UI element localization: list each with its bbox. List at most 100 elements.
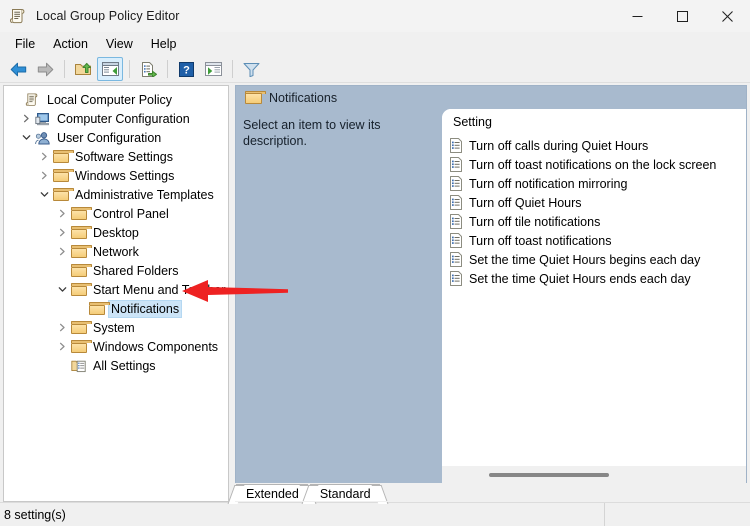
tree-item-control-panel[interactable]: Control Panel <box>4 204 228 223</box>
list-item-label: Turn off Quiet Hours <box>469 195 582 210</box>
list-item-label: Turn off calls during Quiet Hours <box>469 138 649 153</box>
list-item-label: Turn off notification mirroring <box>469 176 628 191</box>
scrollbar-thumb[interactable] <box>489 472 609 477</box>
console-tree: Local Computer Policy Computer Configura… <box>4 86 228 375</box>
tree-item-desktop[interactable]: Desktop <box>4 223 228 242</box>
status-bar: 8 setting(s) <box>0 502 750 526</box>
menu-view[interactable]: View <box>97 34 142 54</box>
tree-item-all-settings[interactable]: All Settings <box>4 356 228 375</box>
toolbar-separator <box>167 60 168 78</box>
tab-standard[interactable]: Standard <box>301 484 389 504</box>
tree-item-computer-configuration[interactable]: Computer Configuration <box>4 109 228 128</box>
policy-setting-icon <box>449 138 463 153</box>
chevron-right-icon[interactable] <box>54 223 70 242</box>
chevron-right-icon[interactable] <box>54 242 70 261</box>
list-item[interactable]: Turn off tile notifications <box>442 212 746 231</box>
tree-item-shared-folders[interactable]: Shared Folders <box>4 261 228 280</box>
chevron-right-icon[interactable] <box>54 318 70 337</box>
toolbar-separator <box>64 60 65 78</box>
tree-item-label: Shared Folders <box>93 263 179 278</box>
tree-item-network[interactable]: Network <box>4 242 228 261</box>
menu-bar: File Action View Help <box>0 32 750 56</box>
folder-icon <box>52 149 74 165</box>
status-text: 8 setting(s) <box>4 507 66 522</box>
results-pane-title: Notifications <box>269 90 338 105</box>
folder-icon <box>70 320 92 336</box>
list-item-label: Turn off toast notifications on the lock… <box>469 157 717 172</box>
filter-icon[interactable] <box>238 57 264 81</box>
export-list-icon[interactable] <box>135 57 161 81</box>
close-icon[interactable] <box>705 0 750 32</box>
list-item[interactable]: Turn off calls during Quiet Hours <box>442 136 746 155</box>
list-item-label: Turn off toast notifications <box>469 233 612 248</box>
minimize-icon[interactable] <box>615 0 660 32</box>
tree-item-start-menu-and-taskbar[interactable]: Start Menu and Taskbar <box>4 280 228 299</box>
toolbar-separator <box>129 60 130 78</box>
list-item[interactable]: Turn off notification mirroring <box>442 174 746 193</box>
title-bar: Local Group Policy Editor <box>0 0 750 32</box>
chevron-down-icon[interactable] <box>54 280 70 299</box>
tree-item-software-settings[interactable]: Software Settings <box>4 147 228 166</box>
view-tabs: Extended Standard <box>227 483 747 504</box>
column-header-setting: Setting <box>453 115 492 129</box>
main-body: Local Computer Policy Computer Configura… <box>0 83 750 504</box>
folder-icon <box>70 244 92 260</box>
list-item[interactable]: Set the time Quiet Hours ends each day <box>442 269 746 288</box>
list-item-label: Turn off tile notifications <box>469 214 601 229</box>
tree-item-windows-settings[interactable]: Windows Settings <box>4 166 228 185</box>
toolbar-separator <box>232 60 233 78</box>
console-tree-pane[interactable]: Local Computer Policy Computer Configura… <box>3 85 229 502</box>
chevron-right-icon[interactable] <box>36 166 52 185</box>
maximize-icon[interactable] <box>660 0 705 32</box>
help-icon[interactable]: ? <box>173 57 199 81</box>
tree-item-system[interactable]: System <box>4 318 228 337</box>
menu-help[interactable]: Help <box>142 34 186 54</box>
up-one-level-icon[interactable] <box>70 57 96 81</box>
list-item-label: Set the time Quiet Hours ends each day <box>469 271 691 286</box>
folder-icon <box>245 90 266 105</box>
toolbar: ? <box>0 56 750 83</box>
chevron-down-icon[interactable] <box>18 128 34 147</box>
computer-icon <box>34 111 51 127</box>
tree-item-user-configuration[interactable]: User Configuration <box>4 128 228 147</box>
tab-slant-right <box>371 485 389 504</box>
list-item[interactable]: Turn off toast notifications on the lock… <box>442 155 746 174</box>
list-item[interactable]: Set the time Quiet Hours begins each day <box>442 250 746 269</box>
forward-arrow-icon[interactable] <box>32 57 58 81</box>
chevron-right-icon[interactable] <box>36 147 52 166</box>
tree-item-label: Windows Settings <box>75 168 175 183</box>
show-hide-console-tree-icon[interactable] <box>97 57 123 81</box>
folder-icon <box>70 225 92 241</box>
tree-item-notifications[interactable]: Notifications <box>4 299 228 318</box>
back-arrow-icon[interactable] <box>5 57 31 81</box>
folder-icon <box>52 168 74 184</box>
tree-item-local-computer-policy[interactable]: Local Computer Policy <box>4 90 228 109</box>
horizontal-scrollbar[interactable] <box>442 466 746 483</box>
menu-file[interactable]: File <box>6 34 44 54</box>
tree-item-label: Windows Components <box>93 339 219 354</box>
tree-item-label: Network <box>93 244 139 259</box>
tree-item-windows-components[interactable]: Windows Components <box>4 337 228 356</box>
settings-list-panel[interactable]: Setting Turn off calls during Quiet Hour… <box>442 109 746 483</box>
policy-setting-icon <box>449 271 463 286</box>
tree-item-label: System <box>93 320 135 335</box>
list-item[interactable]: Turn off toast notifications <box>442 231 746 250</box>
tree-item-label: Notifications <box>107 299 183 318</box>
chevron-down-icon[interactable] <box>36 185 52 204</box>
twisty-none <box>54 356 70 375</box>
policy-setting-icon <box>449 233 463 248</box>
folder-icon <box>70 263 92 279</box>
properties-icon[interactable] <box>200 57 226 81</box>
tab-extended[interactable]: Extended <box>227 484 317 504</box>
folder-icon <box>70 282 92 298</box>
list-item[interactable]: Turn off Quiet Hours <box>442 193 746 212</box>
chevron-right-icon[interactable] <box>54 204 70 223</box>
svg-text:?: ? <box>183 64 190 76</box>
tree-item-administrative-templates[interactable]: Administrative Templates <box>4 185 228 204</box>
results-pane-header: Notifications <box>235 85 747 109</box>
chevron-right-icon[interactable] <box>54 337 70 356</box>
folder-icon <box>70 339 92 355</box>
chevron-right-icon[interactable] <box>18 109 34 128</box>
menu-action[interactable]: Action <box>44 34 97 54</box>
settings-column-header[interactable]: Setting <box>442 109 746 135</box>
